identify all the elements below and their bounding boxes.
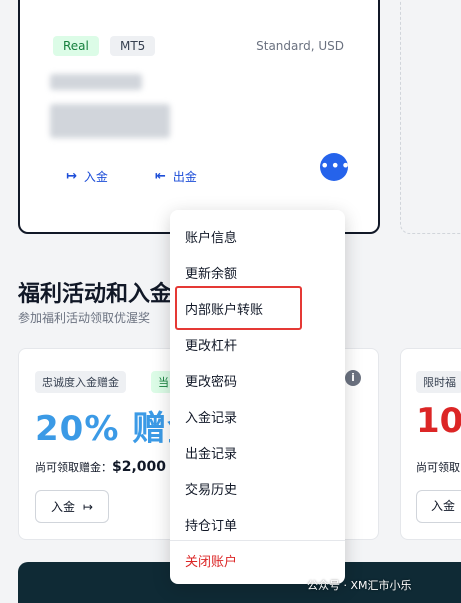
- menu-item-trade-history[interactable]: 交易历史: [185, 479, 237, 498]
- menu-item-change-password[interactable]: 更改密码: [185, 371, 237, 390]
- highlight-annotation: [175, 286, 302, 330]
- add-account-placeholder[interactable]: [400, 0, 461, 234]
- account-card: Real MT5 Standard, USD ↦ 入金 ⇤ 出金 •••: [18, 0, 380, 234]
- promo-remaining: 尚可领取赠金：$2,000: [35, 459, 167, 475]
- blurred-balance: [50, 104, 170, 138]
- deposit-button[interactable]: ↦ 入金: [66, 168, 108, 185]
- platform-badge: MT5: [110, 36, 156, 56]
- promo-bonus-percent: 10: [416, 401, 461, 441]
- status-badge-real: Real: [53, 36, 99, 56]
- watermark: 公众号 · XM汇市小乐: [307, 579, 412, 592]
- arrow-in-icon: ↦: [66, 169, 77, 184]
- menu-divider: [170, 540, 345, 541]
- menu-item-account-info[interactable]: 账户信息: [185, 227, 237, 246]
- account-type: Standard, USD: [256, 39, 344, 53]
- blurred-account-number: [50, 74, 142, 90]
- promo-deposit-button[interactable]: 入金 ↦: [35, 490, 109, 523]
- section-title: 福利活动和入金: [18, 282, 173, 307]
- menu-item-open-positions[interactable]: 持仓订单: [185, 515, 237, 534]
- arrow-in-icon: ↦: [82, 499, 94, 514]
- promo-tag: 限时福: [416, 371, 461, 393]
- info-icon[interactable]: i: [345, 370, 361, 386]
- menu-item-withdraw-history[interactable]: 出金记录: [185, 443, 237, 462]
- promo-remaining: 尚可领取: [416, 461, 460, 474]
- more-options-button[interactable]: •••: [320, 153, 350, 181]
- menu-item-change-leverage[interactable]: 更改杠杆: [185, 335, 237, 354]
- promo-tag: 忠诚度入金赠金: [35, 371, 126, 393]
- withdraw-button[interactable]: ⇤ 出金: [155, 168, 197, 185]
- promo-card-limited: 限时福 10 尚可领取 入金: [400, 348, 461, 540]
- menu-item-refresh-balance[interactable]: 更新余额: [185, 263, 237, 282]
- arrow-out-icon: ⇤: [155, 169, 166, 184]
- promo-deposit-button[interactable]: 入金: [416, 490, 461, 523]
- menu-item-close-account[interactable]: 关闭账户: [185, 551, 237, 570]
- promo-amount: $2,000: [112, 459, 167, 475]
- section-subtitle: 参加福利活动领取优渥奖: [18, 311, 151, 325]
- account-options-menu: 账户信息 更新余额 内部账户转账 更改杠杆 更改密码 入金记录 出金记录 交易历…: [170, 210, 345, 584]
- menu-item-deposit-history[interactable]: 入金记录: [185, 407, 237, 426]
